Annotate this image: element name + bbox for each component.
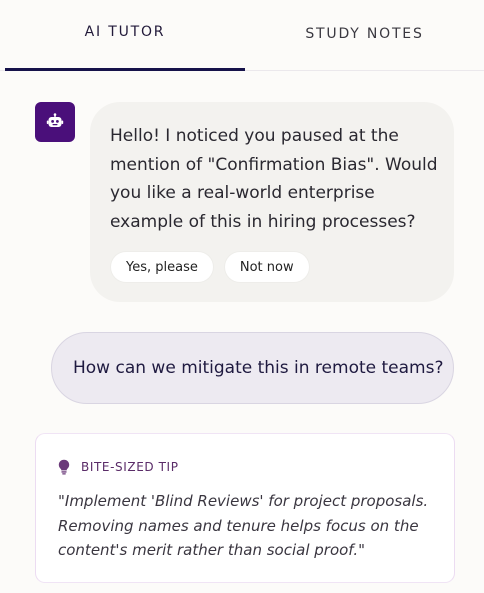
bot-message-bubble: Hello! I noticed you paused at the menti… — [90, 102, 454, 302]
robot-icon — [46, 113, 64, 127]
tab-ai-tutor[interactable]: AI TUTOR — [5, 0, 245, 70]
tab-study-notes[interactable]: STUDY NOTES — [245, 0, 484, 70]
tip-header: BITE-SIZED TIP — [58, 459, 179, 475]
bot-avatar — [35, 102, 75, 142]
bot-message-text: Hello! I noticed you paused at the menti… — [110, 126, 438, 232]
yes-please-button[interactable]: Yes, please — [111, 252, 213, 282]
tip-label: BITE-SIZED TIP — [81, 460, 179, 474]
not-now-button[interactable]: Not now — [224, 252, 309, 282]
user-message-text: How can we mitigate this in remote teams… — [73, 358, 444, 378]
user-message-bubble: How can we mitigate this in remote teams… — [51, 332, 454, 404]
tip-card: BITE-SIZED TIP "Implement 'Blind Reviews… — [35, 433, 455, 583]
lightbulb-icon — [58, 459, 70, 475]
quick-replies: Yes, please Not now — [111, 252, 309, 282]
tab-bar: AI TUTOR STUDY NOTES — [0, 0, 484, 71]
active-tab-indicator — [5, 68, 245, 71]
tip-text: "Implement 'Blind Reviews' for project p… — [58, 492, 429, 559]
